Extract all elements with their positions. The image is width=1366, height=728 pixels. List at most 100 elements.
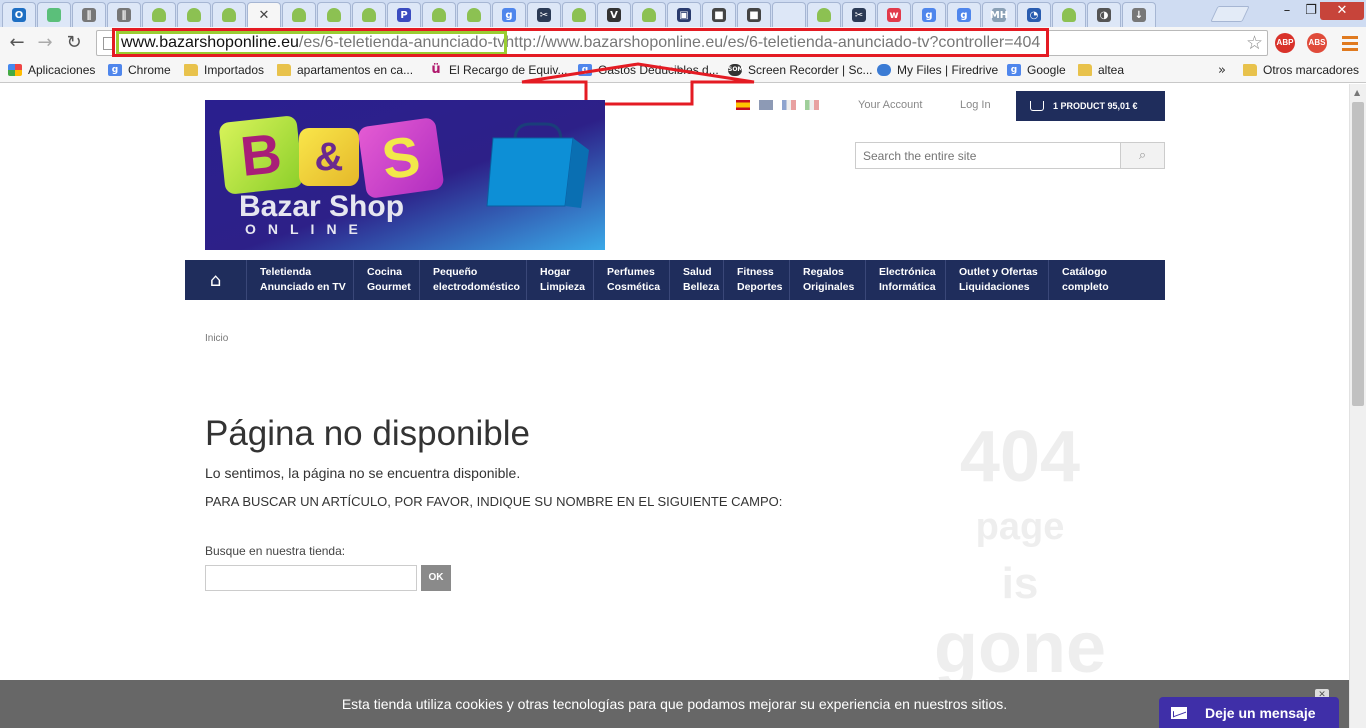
browser-tab[interactable] <box>142 2 176 27</box>
browser-tab[interactable] <box>632 2 666 27</box>
nav-item[interactable]: Cocina Gourmet <box>354 260 420 300</box>
other-bookmarks[interactable]: Otros marcadores <box>1243 63 1359 77</box>
nav-item[interactable]: Perfumes Cosmética <box>594 260 670 300</box>
bookmark-item[interactable]: apartamentos en ca... <box>277 63 413 77</box>
bookmark-item[interactable]: g Google <box>1007 63 1066 77</box>
browser-tab[interactable] <box>772 2 806 27</box>
bookmark-item[interactable]: g Chrome <box>108 63 171 77</box>
star-icon[interactable]: ☆ <box>1246 32 1263 54</box>
browser-tab[interactable]: g <box>912 2 946 27</box>
abs-extension-icon[interactable]: ABS <box>1307 33 1327 53</box>
store-search-input[interactable] <box>205 565 417 591</box>
bookmarks-overflow-button[interactable]: » <box>1218 63 1226 78</box>
browser-tab[interactable]: MH <box>982 2 1016 27</box>
w-icon: w <box>887 8 901 22</box>
new-tab-button[interactable] <box>1210 6 1250 22</box>
big-is: is <box>1001 559 1039 608</box>
scroll-thumb[interactable] <box>1352 102 1364 406</box>
basket-icon <box>1030 101 1044 111</box>
nav-item[interactable]: Electrónica Informática <box>866 260 946 300</box>
search-icon[interactable]: ⌕ <box>1120 143 1164 168</box>
browser-tab[interactable]: g <box>947 2 981 27</box>
browser-tab[interactable] <box>37 2 71 27</box>
browser-tab[interactable]: O <box>2 2 36 27</box>
bookmark-label: apartamentos en ca... <box>297 63 414 77</box>
browser-tab[interactable] <box>1052 2 1086 27</box>
login-link[interactable]: Log In <box>960 99 991 111</box>
browser-tab[interactable] <box>457 2 491 27</box>
scrollbar[interactable]: ▲ <box>1349 84 1366 728</box>
nav-item[interactable]: Pequeño electrodoméstico <box>420 260 527 300</box>
browser-tab[interactable]: ∥ <box>72 2 106 27</box>
browser-tab[interactable]: ✕ <box>247 2 281 27</box>
browser-tab[interactable]: P <box>387 2 421 27</box>
menu-icon[interactable] <box>1342 36 1358 54</box>
flag-fr-icon[interactable] <box>782 100 796 110</box>
flag-en-icon[interactable] <box>759 100 773 110</box>
nav-item-label: Electrónica <box>879 266 936 278</box>
browser-tab[interactable] <box>177 2 211 27</box>
bookmark-item[interactable]: My Files | Firedrive <box>877 63 998 77</box>
browser-tab[interactable]: ■ <box>737 2 771 27</box>
browser-tab[interactable]: ◑ <box>1087 2 1121 27</box>
android-icon <box>432 8 446 22</box>
android-icon <box>152 8 166 22</box>
ok-button[interactable]: OK <box>421 565 451 591</box>
nav-item[interactable]: Fitness Deportes <box>724 260 790 300</box>
big-page: page <box>975 506 1065 548</box>
bookmark-item[interactable]: Aplicaciones <box>8 63 95 77</box>
browser-tab[interactable]: ▣ <box>667 2 701 27</box>
nav-item[interactable]: Outlet y Ofertas Liquidaciones <box>946 260 1049 300</box>
browser-tab[interactable]: ∥ <box>107 2 141 27</box>
browser-tab[interactable]: w <box>877 2 911 27</box>
browser-tab[interactable] <box>562 2 596 27</box>
forward-button[interactable]: → <box>34 32 56 54</box>
cart-button[interactable]: 1 PRODUCT 95,01 € <box>1016 91 1165 121</box>
browser-tab[interactable] <box>422 2 456 27</box>
browser-tab[interactable]: ◔ <box>1017 2 1051 27</box>
chat-button[interactable]: Deje un mensaje <box>1159 697 1339 728</box>
browser-tab[interactable]: g <box>492 2 526 27</box>
site-search-input[interactable] <box>856 143 1122 168</box>
nav-item[interactable]: Hogar Limpieza <box>527 260 594 300</box>
home-icon[interactable]: ⌂ <box>185 260 247 300</box>
back-button[interactable]: ← <box>6 32 28 54</box>
site-logo[interactable]: B & S Bazar Shop ONLINE <box>205 100 605 250</box>
close-icon[interactable]: ✕ <box>259 8 270 23</box>
browser-tab[interactable]: V <box>597 2 631 27</box>
site-search: ⌕ <box>855 142 1165 169</box>
logo-tile-b: B <box>218 115 304 195</box>
bookmark-label: Aplicaciones <box>28 63 96 77</box>
other-bookmarks-label: Otros marcadores <box>1263 63 1360 77</box>
browser-tab[interactable]: ✂ <box>527 2 561 27</box>
scroll-up-arrow[interactable]: ▲ <box>1354 88 1360 97</box>
browser-tab[interactable]: ■ <box>702 2 736 27</box>
bookmark-item[interactable]: altea <box>1078 63 1124 77</box>
breadcrumb[interactable]: Inicio <box>205 333 228 344</box>
nav-item[interactable]: Catálogo completo <box>1049 260 1159 300</box>
browser-tab[interactable] <box>282 2 316 27</box>
nav-item-label: Pequeño <box>433 266 478 278</box>
browser-tab[interactable]: ↓ <box>1122 2 1156 27</box>
reload-button[interactable]: ↻ <box>63 32 85 54</box>
nav-item[interactable]: Salud Belleza <box>670 260 724 300</box>
nav-item[interactable]: Teletienda Anunciado en TV <box>247 260 354 300</box>
flag-it-icon[interactable] <box>805 100 819 110</box>
android-icon <box>292 8 306 22</box>
browser-tab[interactable] <box>352 2 386 27</box>
bookmark-item[interactable]: Importados <box>184 63 264 77</box>
search-instruction: PARA BUSCAR UN ARTÍCULO, POR FAVOR, INDI… <box>205 494 783 509</box>
browser-tab[interactable]: ✂ <box>842 2 876 27</box>
flag-es-icon[interactable] <box>736 100 750 110</box>
nav-item-label: Cosmética <box>607 281 661 293</box>
close-window-button[interactable]: ✕ <box>1320 2 1364 20</box>
browser-tab[interactable] <box>212 2 246 27</box>
nav-item[interactable]: Regalos Originales <box>790 260 866 300</box>
browser-tab[interactable] <box>807 2 841 27</box>
browser-tab[interactable] <box>317 2 351 27</box>
your-account-link[interactable]: Your Account <box>858 99 922 111</box>
adblock-icon[interactable]: ABP <box>1275 33 1295 53</box>
minimize-button[interactable]: – <box>1274 2 1300 20</box>
doc-icon: ∥ <box>117 8 131 22</box>
blank-icon <box>782 8 796 22</box>
